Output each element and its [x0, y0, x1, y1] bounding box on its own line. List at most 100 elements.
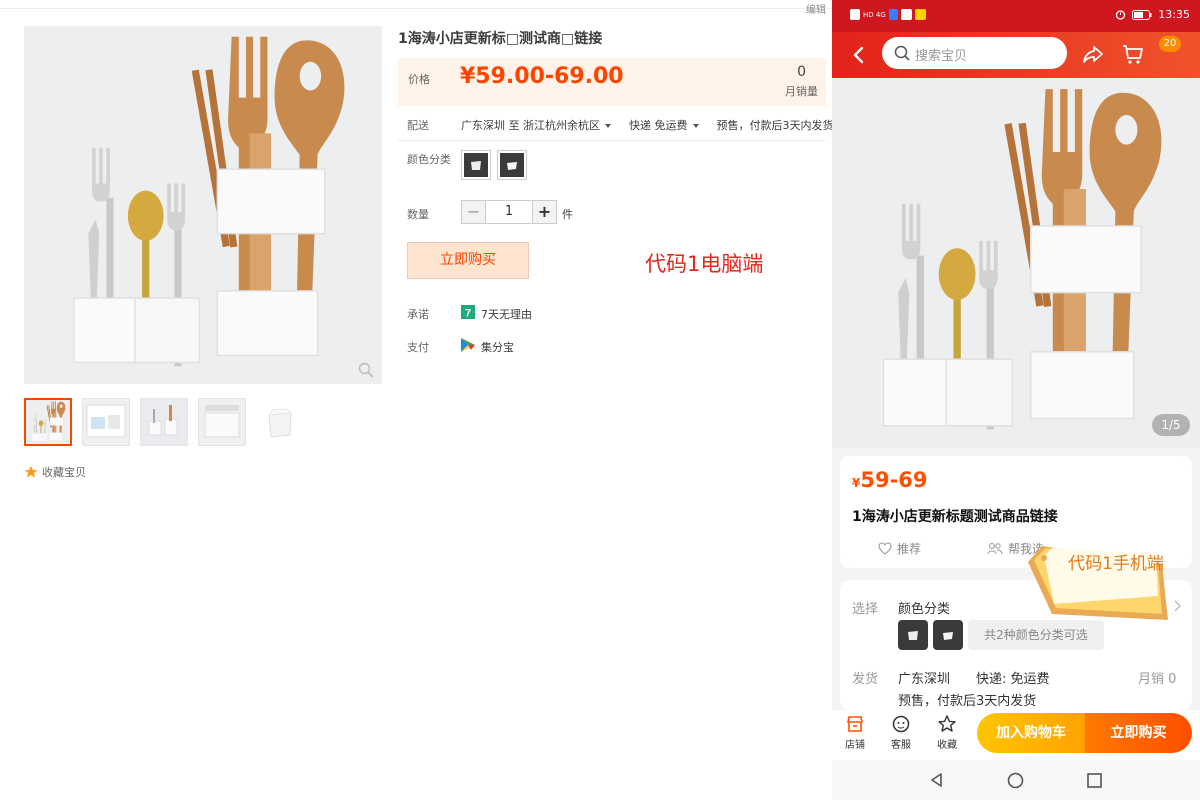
- price-value: 59-69: [860, 468, 928, 492]
- quantity-unit: 件: [562, 208, 573, 221]
- status-time: 13:35: [1158, 8, 1190, 21]
- wechat-icon: [900, 9, 912, 20]
- search-placeholder: 搜索宝贝: [915, 49, 968, 64]
- quantity-label: 数量: [407, 208, 429, 221]
- favorite-link[interactable]: 收藏宝贝: [24, 464, 86, 480]
- mobile-annotation-sticker: [1028, 546, 1168, 620]
- mobile-product-image[interactable]: 1/5: [832, 78, 1200, 448]
- pc-annotation: 代码1电脑端: [645, 252, 764, 276]
- quantity-input[interactable]: 1: [486, 200, 532, 224]
- delivery-express[interactable]: 快递 免运费: [629, 117, 699, 133]
- quantity-stepper: − 1 +: [461, 200, 557, 224]
- thumbnail-2[interactable]: [82, 398, 130, 446]
- color-option-2[interactable]: [497, 150, 527, 180]
- alarm-icon: [1116, 10, 1126, 20]
- hd-icon: [850, 9, 860, 20]
- mobile-product-page: HD 4G 13:35 搜索宝贝 20 1/5 ¥59-69 1海涛小店更新标题…: [832, 0, 1200, 800]
- delivery-destination[interactable]: 广东深圳 至 浙江杭州余杭区: [461, 117, 611, 133]
- android-nav-bar: [832, 760, 1200, 800]
- search-icon: [894, 45, 910, 61]
- thumbnail-3[interactable]: [140, 398, 188, 446]
- product-title: 1海涛小店更新标□测试商□链接: [398, 31, 603, 47]
- price-label: 价格: [408, 73, 430, 86]
- mobile-buy-now-button[interactable]: 立即购买: [1085, 713, 1192, 753]
- color-swatch-2[interactable]: [933, 620, 963, 650]
- monthly-sales: 月销 0: [1138, 672, 1177, 687]
- add-to-cart-button[interactable]: 加入购物车: [977, 713, 1085, 753]
- screenshot-root: 编辑 收藏宝贝 1海涛小店更新标□测试商□链接 价格 ¥59.00-69.00 …: [0, 0, 1200, 800]
- notify-icon: [914, 9, 926, 20]
- edit-link[interactable]: 编辑: [806, 1, 826, 16]
- chevron-right-icon: [1174, 600, 1181, 612]
- cart-icon[interactable]: [1122, 43, 1144, 65]
- divider: [398, 140, 826, 141]
- thumbnail-1[interactable]: [24, 398, 72, 446]
- quantity-minus-button[interactable]: −: [461, 200, 486, 224]
- share-icon[interactable]: [1082, 43, 1104, 65]
- status-right: 13:35: [1115, 8, 1190, 21]
- favorite-tab-label: 收藏: [937, 740, 957, 751]
- favorite-star-icon: [938, 715, 956, 732]
- price-panel: 价格 ¥59.00-69.00 0 月销量: [398, 58, 826, 106]
- delivery-info: 广东深圳 至 浙江杭州余杭区 快递 免运费 预售，付款后3天内发货: [461, 117, 834, 133]
- image-pager: 1/5: [1152, 414, 1190, 436]
- store-tab[interactable]: 店铺: [838, 714, 872, 751]
- caret-down-icon: [605, 124, 611, 128]
- search-input[interactable]: 搜索宝贝: [882, 37, 1067, 69]
- people-icon: [987, 543, 1003, 555]
- buy-now-button[interactable]: 立即购买: [407, 242, 529, 279]
- product-photo: [24, 26, 382, 384]
- mobile-price: ¥59-69: [852, 468, 928, 492]
- top-divider: [0, 8, 832, 9]
- seven-day-icon: 7: [461, 305, 475, 319]
- service-icon: [892, 715, 910, 733]
- cart-badge: 20: [1159, 36, 1181, 52]
- favorite-label: 收藏宝贝: [42, 466, 86, 479]
- ship-from: 广东深圳: [898, 672, 951, 687]
- status-bar: HD 4G 13:35: [832, 0, 1200, 32]
- color-label: 颜色分类: [407, 153, 451, 166]
- ship-label: 发货: [852, 672, 879, 687]
- thumbnail-4[interactable]: [198, 398, 246, 446]
- mobile-header: 搜索宝贝 20: [832, 32, 1200, 78]
- payment-text[interactable]: 集分宝: [481, 339, 514, 355]
- heart-icon: [878, 542, 892, 555]
- store-tab-label: 店铺: [845, 740, 865, 751]
- network-indicator: HD 4G: [863, 10, 886, 19]
- recommend-action[interactable]: 推荐: [878, 540, 921, 557]
- recommend-label: 推荐: [897, 542, 922, 556]
- svg-text:7: 7: [465, 308, 471, 320]
- color-option-1[interactable]: [461, 150, 491, 180]
- app-icon: [888, 9, 898, 20]
- delivery-presale: 预售，付款后3天内发货: [716, 119, 834, 132]
- ship-express: 快递: 免运费: [976, 672, 1050, 687]
- color-swatch-1[interactable]: [898, 620, 928, 650]
- caret-down-icon: [692, 124, 699, 128]
- quantity-plus-button[interactable]: +: [532, 200, 557, 224]
- mobile-annotation-text: 代码1手机端: [1068, 554, 1164, 574]
- select-value: 颜色分类: [898, 602, 951, 617]
- favorite-tab[interactable]: 收藏: [930, 714, 964, 751]
- jifenbao-icon: [461, 338, 475, 352]
- pc-product-page: 编辑 收藏宝贝 1海涛小店更新标□测试商□链接 价格 ¥59.00-69.00 …: [0, 0, 834, 490]
- promise-text[interactable]: 7天无理由: [481, 306, 532, 322]
- star-icon: [24, 465, 38, 478]
- payment-label: 支付: [407, 341, 429, 354]
- battery-icon: [1132, 9, 1152, 20]
- back-icon[interactable]: [849, 45, 869, 65]
- thumbnail-5[interactable]: [256, 398, 304, 446]
- status-left: HD 4G: [850, 9, 926, 20]
- price-value: ¥59.00-69.00: [460, 64, 624, 89]
- product-photo: [832, 78, 1200, 448]
- delivery-label: 配送: [407, 119, 429, 132]
- service-tab-label: 客服: [891, 740, 911, 751]
- nav-recents-icon[interactable]: [1087, 773, 1102, 788]
- nav-back-icon[interactable]: [929, 772, 945, 788]
- mobile-product-title: 1海涛小店更新标题测试商品链接: [852, 509, 1058, 525]
- nav-home-icon[interactable]: [1007, 772, 1024, 789]
- select-label: 选择: [852, 602, 879, 617]
- service-tab[interactable]: 客服: [884, 714, 918, 751]
- main-product-image[interactable]: [24, 26, 382, 384]
- promise-label: 承诺: [407, 308, 429, 321]
- zoom-icon[interactable]: [358, 362, 374, 378]
